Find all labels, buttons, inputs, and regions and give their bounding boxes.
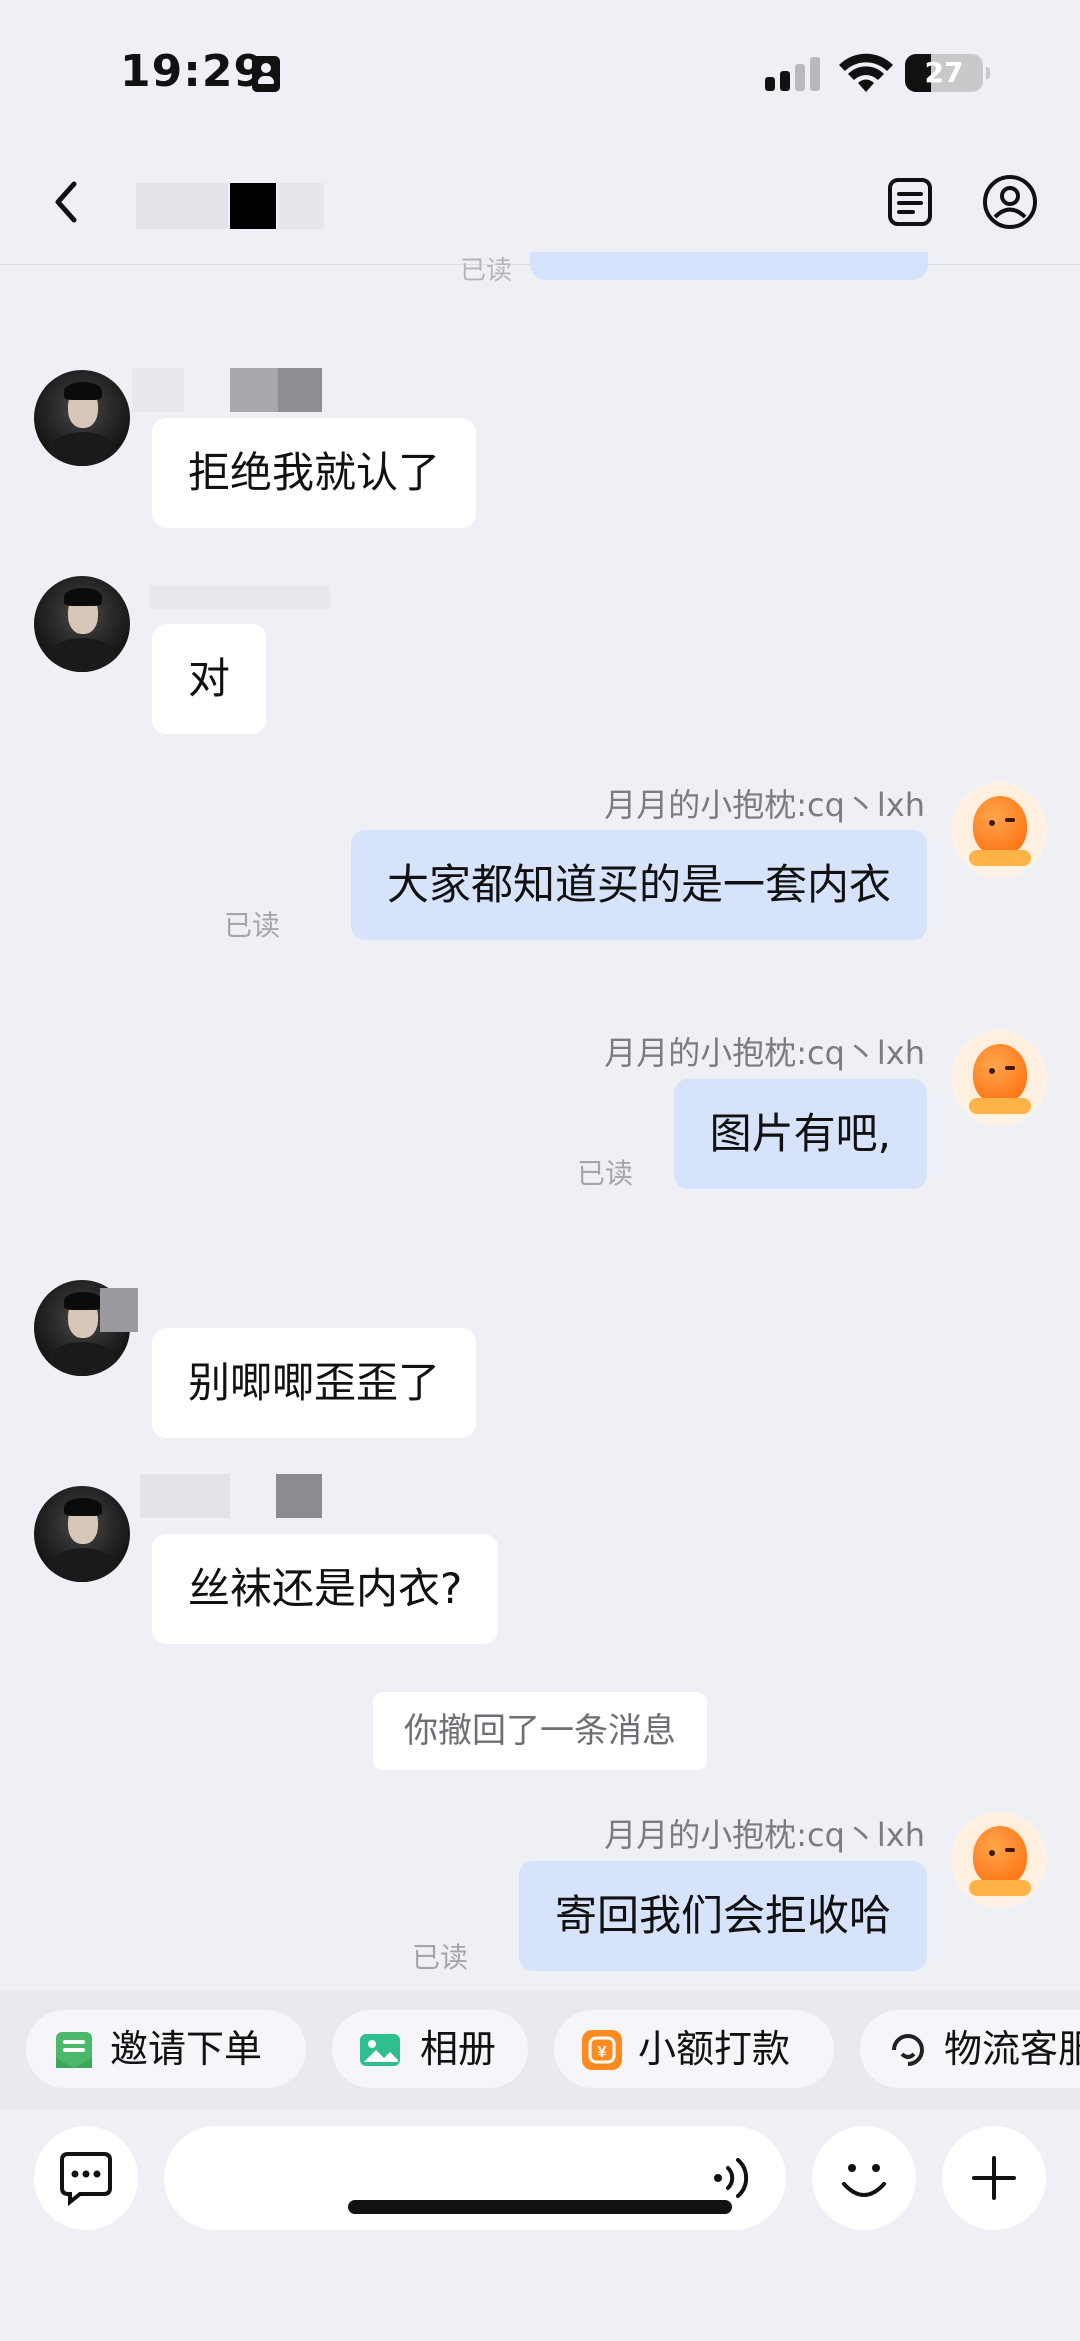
status-time: 19:29 xyxy=(120,46,266,97)
read-receipt: 已读 xyxy=(412,1941,469,1974)
message-bubble-partial xyxy=(530,252,928,280)
sender-name-blurred xyxy=(100,1288,140,1332)
profile-icon[interactable] xyxy=(980,172,1040,232)
message-input[interactable] xyxy=(164,2126,786,2230)
avatar[interactable] xyxy=(34,1486,130,1582)
home-indicator xyxy=(348,2200,732,2214)
read-receipt: 已读 xyxy=(577,1157,634,1190)
quick-action-invite-order[interactable]: 邀请下单 xyxy=(26,2010,306,2088)
id-card-icon xyxy=(252,56,280,92)
payment-icon: ¥ xyxy=(582,2030,622,2070)
read-receipt: 已读 xyxy=(460,256,513,286)
avatar[interactable] xyxy=(951,1030,1047,1126)
system-message: 你撤回了一条消息 xyxy=(373,1692,707,1770)
chat-title-blurred xyxy=(136,183,376,229)
sender-name: 月月的小抱枕:cq丶lxh xyxy=(604,786,925,824)
quick-action-payment[interactable]: ¥ 小额打款 xyxy=(554,2010,834,2088)
read-receipt: 已读 xyxy=(224,909,281,942)
logistics-service-icon xyxy=(892,2034,924,2066)
sender-name-blurred xyxy=(150,585,340,609)
plus-button[interactable] xyxy=(942,2126,1046,2230)
wifi-icon xyxy=(839,53,893,92)
quick-action-label: 邀请下单 xyxy=(110,2027,263,2071)
battery-level: 27 xyxy=(924,56,964,89)
sender-name-blurred xyxy=(132,368,322,412)
emoji-icon xyxy=(842,2164,886,2197)
album-icon xyxy=(360,2034,400,2066)
status-bar: 19:29 27 xyxy=(0,0,1080,150)
sender-name: 月月的小抱枕:cq丶lxh xyxy=(604,1816,925,1854)
voice-icon[interactable] xyxy=(710,2156,754,2200)
quick-actions-bar: 邀请下单 相册 ¥ 小额打款 物流客服 xyxy=(0,1990,1080,2110)
document-icon[interactable] xyxy=(880,172,940,232)
battery-icon: 27 xyxy=(905,54,990,92)
message-bubble[interactable]: 丝袜还是内衣? xyxy=(152,1534,499,1644)
quick-action-logistics-service[interactable]: 物流客服 xyxy=(860,2010,1080,2088)
input-bar xyxy=(0,2110,1080,2341)
chat-header xyxy=(0,150,1080,265)
quick-action-label: 小额打款 xyxy=(638,2027,791,2071)
avatar[interactable] xyxy=(951,1812,1047,1908)
message-bubble[interactable]: 图片有吧, xyxy=(673,1079,927,1189)
message-bubble[interactable]: 拒绝我就认了 xyxy=(152,418,477,528)
avatar[interactable] xyxy=(34,576,130,672)
chevron-left-icon[interactable] xyxy=(42,172,92,232)
plus-icon xyxy=(972,2156,1016,2200)
chat-bubble-icon xyxy=(60,2152,112,2207)
message-bubble[interactable]: 寄回我们会拒收哈 xyxy=(518,1861,927,1971)
emoji-button[interactable] xyxy=(812,2126,916,2230)
chat-bubble-button[interactable] xyxy=(34,2126,138,2230)
svg-text:¥: ¥ xyxy=(598,2044,607,2061)
quick-action-album[interactable]: 相册 xyxy=(332,2010,528,2088)
sender-name-blurred xyxy=(140,1474,330,1518)
avatar[interactable] xyxy=(34,370,130,466)
sender-name: 月月的小抱枕:cq丶lxh xyxy=(604,1034,925,1072)
message-bubble[interactable]: 大家都知道买的是一套内衣 xyxy=(350,830,927,940)
signal-icon xyxy=(765,57,821,91)
message-bubble[interactable]: 别唧唧歪歪了 xyxy=(152,1328,477,1438)
quick-action-label: 相册 xyxy=(420,2027,497,2071)
message-bubble[interactable]: 对 xyxy=(152,624,267,734)
invite-order-icon xyxy=(56,2032,92,2068)
avatar[interactable] xyxy=(951,782,1047,878)
quick-action-label: 物流客服 xyxy=(944,2027,1080,2071)
